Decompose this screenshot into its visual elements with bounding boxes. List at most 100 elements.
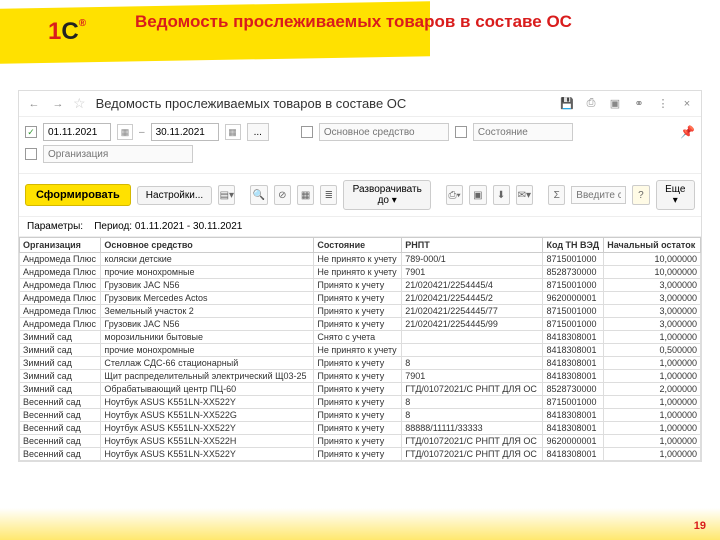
download-icon[interactable]: ⬇ (493, 185, 510, 205)
cell: 1,000000 (604, 409, 701, 422)
calendar-icon[interactable]: ▦ (117, 124, 133, 140)
cell: Ноутбук ASUS K551LN-XX522Y (101, 396, 314, 409)
cell: Щит распределительный электрический Щ03-… (101, 370, 314, 383)
cell: 8715001000 (543, 279, 604, 292)
state-checkbox[interactable] (455, 126, 467, 138)
cell: 789-000/1 (402, 253, 543, 266)
close-icon[interactable]: × (679, 96, 695, 112)
date-checkbox[interactable]: ✓ (25, 126, 37, 138)
cell: коляски детские (101, 253, 314, 266)
cell: ГТД/01072021/С РНПТ ДЛЯ ОС (402, 383, 543, 396)
cell: 8418308001 (543, 344, 604, 357)
table-row[interactable]: Зимний садЩит распределительный электрич… (20, 370, 701, 383)
date-range-button[interactable]: ... (247, 123, 269, 141)
window-title: Ведомость прослеживаемых товаров в соста… (96, 96, 553, 111)
cell: Зимний сад (20, 370, 101, 383)
find-input[interactable] (571, 186, 626, 204)
date-dash: – (139, 127, 145, 138)
report-grid: ОрганизацияОсновное средствоСостояниеРНП… (19, 237, 701, 461)
print-icon[interactable]: ⎙ (583, 96, 599, 112)
help-icon[interactable]: ? (632, 185, 649, 205)
table-row[interactable]: Зимний садморозильники бытовыеСнято с уч… (20, 331, 701, 344)
cell: 8418308001 (543, 357, 604, 370)
preset-icon[interactable]: ▤▾ (218, 185, 235, 205)
table-row[interactable]: Весенний садНоутбук ASUS K551LN-XX522YПр… (20, 448, 701, 461)
column-header[interactable]: Начальный остаток (604, 238, 701, 253)
clear-search-icon[interactable]: ⊘ (274, 185, 291, 205)
table-row[interactable]: Зимний садОбрабатывающий центр ПЦ-60Прин… (20, 383, 701, 396)
save-icon[interactable]: 💾 (559, 96, 575, 112)
params-label: Параметры: (27, 221, 83, 232)
table-row[interactable]: Андромеда ПлюсГрузовик Mercedes ActosПри… (20, 292, 701, 305)
org-input[interactable] (43, 145, 193, 163)
expand-button[interactable]: Разворачивать до ▾ (343, 180, 430, 210)
more-icon[interactable]: ⋮ (655, 96, 671, 112)
cell: Весенний сад (20, 396, 101, 409)
state-input[interactable] (473, 123, 573, 141)
os-input[interactable] (319, 123, 449, 141)
cell: ГТД/01072021/С РНПТ ДЛЯ ОС (402, 435, 543, 448)
cell: Весенний сад (20, 435, 101, 448)
table-row[interactable]: Андромеда Плюспрочие монохромныеНе приня… (20, 266, 701, 279)
generate-button[interactable]: Сформировать (25, 184, 131, 206)
table-row[interactable]: Андромеда Плюсколяски детскиеНе принято … (20, 253, 701, 266)
cell: Зимний сад (20, 357, 101, 370)
cell: Весенний сад (20, 422, 101, 435)
filter-row-1: ✓ ▦ – ▦ ... 📌 (25, 123, 695, 141)
cell: Андромеда Плюс (20, 266, 101, 279)
mail-icon[interactable]: ✉▾ (516, 185, 533, 205)
forward-button[interactable]: → (49, 95, 67, 113)
cell: морозильники бытовые (101, 331, 314, 344)
settings-button[interactable]: Настройки... (137, 186, 212, 205)
os-checkbox[interactable] (301, 126, 313, 138)
table-row[interactable]: Весенний садНоутбук ASUS K551LN-XX522YПр… (20, 396, 701, 409)
layout-icon[interactable]: ▦ (297, 185, 314, 205)
search-icon[interactable]: 🔍 (250, 185, 267, 205)
cell: 8418308001 (543, 448, 604, 461)
group-icon[interactable]: ≣ (320, 185, 337, 205)
cell: 8418308001 (543, 409, 604, 422)
cell: 8715001000 (543, 396, 604, 409)
cell: Принято к учету (314, 292, 402, 305)
table-row[interactable]: Весенний садНоутбук ASUS K551LN-XX522HПр… (20, 435, 701, 448)
cell: прочие монохромные (101, 266, 314, 279)
action-bar: Сформировать Настройки... ▤▾ 🔍 ⊘ ▦ ≣ Раз… (19, 174, 701, 217)
org-checkbox[interactable] (25, 148, 37, 160)
cell: 1,000000 (604, 448, 701, 461)
favorite-icon[interactable]: ☆ (73, 95, 86, 112)
column-header[interactable]: Код ТН ВЭД (543, 238, 604, 253)
export-icon[interactable]: ▣ (607, 96, 623, 112)
table-row[interactable]: Андромеда ПлюсЗемельный участок 2Принято… (20, 305, 701, 318)
table-row[interactable]: Весенний садНоутбук ASUS K551LN-XX522GПр… (20, 409, 701, 422)
column-header[interactable]: РНПТ (402, 238, 543, 253)
table-row[interactable]: Весенний садНоутбук ASUS K551LN-XX522YПр… (20, 422, 701, 435)
cell: Не принято к учету (314, 266, 402, 279)
cell: 8 (402, 409, 543, 422)
cell: 3,000000 (604, 305, 701, 318)
logo-1c: 1C® (48, 18, 86, 46)
sum-icon[interactable]: Σ (548, 185, 565, 205)
column-header[interactable]: Основное средство (101, 238, 314, 253)
table-row[interactable]: Зимний садпрочие монохромныеНе принято к… (20, 344, 701, 357)
column-header[interactable]: Организация (20, 238, 101, 253)
cell: Принято к учету (314, 318, 402, 331)
calendar-icon[interactable]: ▦ (225, 124, 241, 140)
cell: Грузовик JAC N56 (101, 318, 314, 331)
column-header[interactable]: Состояние (314, 238, 402, 253)
more-button[interactable]: Еще ▾ (656, 180, 695, 210)
export-button[interactable]: ▣ (469, 185, 486, 205)
back-button[interactable]: ← (25, 95, 43, 113)
cell: 21/020421/2254445/77 (402, 305, 543, 318)
date-from-input[interactable] (43, 123, 111, 141)
date-to-input[interactable] (151, 123, 219, 141)
table-row[interactable]: Андромеда ПлюсГрузовик JAC N56Принято к … (20, 318, 701, 331)
table-row[interactable]: Андромеда ПлюсГрузовик JAC N56Принято к … (20, 279, 701, 292)
table-body: Андромеда Плюсколяски детскиеНе принято … (20, 253, 701, 461)
table-row[interactable]: Зимний садСтеллаж СДС-66 стационарныйПри… (20, 357, 701, 370)
link-icon[interactable]: ⚭ (631, 96, 647, 112)
data-table: ОрганизацияОсновное средствоСостояниеРНП… (19, 237, 701, 461)
page-number: 19 (694, 520, 706, 532)
cell: 0,500000 (604, 344, 701, 357)
print-button[interactable]: ⎙▾ (446, 185, 463, 205)
pin-icon[interactable]: 📌 (680, 125, 695, 139)
